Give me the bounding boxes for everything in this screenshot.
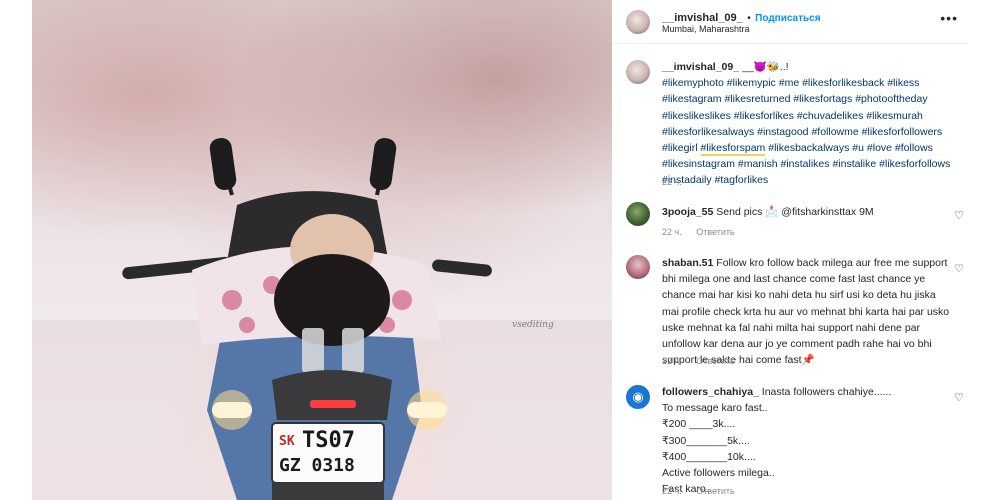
hashtag-link[interactable]: #likemypic: [727, 77, 776, 89]
comment-line: To message karo fast..: [662, 402, 768, 415]
post-photo[interactable]: SK TS07 GZ 0318 vsediting: [32, 0, 612, 500]
comment-avatar[interactable]: [626, 255, 650, 279]
hashtag-link[interactable]: #likesfortags: [793, 93, 852, 105]
hashtag-link[interactable]: #manish: [738, 158, 778, 170]
comment-username[interactable]: followers_chahiya_: [662, 386, 759, 398]
separator-dot: •: [747, 13, 751, 24]
hashtag-link[interactable]: #likesbackalways: [768, 142, 849, 154]
comment-text: Follow kro follow back milega aur free m…: [662, 257, 950, 367]
hashtag-link[interactable]: #follows: [895, 142, 933, 154]
hashtag-link[interactable]: #me: [779, 77, 799, 89]
plate-line-1: TS07: [302, 428, 355, 453]
hashtag-link[interactable]: #chuvadelikes: [797, 110, 864, 122]
hashtag-link[interactable]: #instagood: [757, 126, 808, 138]
handlebar-right: [432, 259, 492, 277]
comment-line: Inasta followers chahiye......: [761, 386, 892, 398]
hashtag-link[interactable]: #u: [852, 142, 864, 154]
caption-hashtags: #likemyphoto #likemypic #me #likesforlik…: [662, 77, 950, 186]
post-side-panel: __imvishal_09_ • Подписаться Mumbai, Mah…: [612, 0, 968, 500]
caption-username[interactable]: __imvishal_09_: [662, 61, 739, 73]
hashtag-link[interactable]: #likesforlikesback: [802, 77, 884, 89]
author-username[interactable]: __imvishal_09_: [662, 12, 743, 24]
caption-meta: 22 ч.: [662, 177, 694, 187]
post-header: __imvishal_09_ • Подписаться Mumbai, Mah…: [612, 0, 968, 44]
reply-button[interactable]: Ответить: [696, 227, 734, 237]
comment-username[interactable]: 3pooja_55: [662, 206, 713, 218]
comment-meta: 22 ч. Ответить: [662, 356, 747, 366]
caption-avatar[interactable]: [626, 60, 650, 84]
hashtag-link[interactable]: #likesforfollows: [879, 158, 950, 170]
comment-time: 22 ч.: [662, 227, 682, 237]
reply-button[interactable]: Ответить: [696, 356, 734, 366]
hashtag-link[interactable]: #tagforlikes: [715, 174, 769, 186]
more-options-icon[interactable]: •••: [940, 10, 958, 26]
comment-line: Active followers milega..: [662, 467, 775, 480]
comment-time: 22 ч.: [662, 486, 682, 496]
comment-avatar[interactable]: [626, 202, 650, 226]
follow-button[interactable]: Подписаться: [755, 13, 820, 24]
hashtag-link[interactable]: #followme: [811, 126, 858, 138]
caption-time: 22 ч.: [662, 177, 682, 187]
caption-emoji: __😈🐝..!: [741, 61, 789, 73]
comment-item: followers_chahiya_ Inasta followers chah…: [662, 384, 952, 497]
heart-icon[interactable]: ♡: [954, 209, 964, 222]
hashtag-link[interactable]: #likemyphoto: [662, 77, 724, 89]
hashtag-link[interactable]: #photooftheday: [855, 93, 927, 105]
hashtag-link[interactable]: #likesforlikes: [734, 110, 794, 122]
plate-line-2: GZ 0318: [279, 455, 355, 476]
photo-watermark: vsediting: [512, 320, 554, 330]
caption: __imvishal_09_ __😈🐝..! #likemyphoto #lik…: [662, 59, 952, 189]
comment-item: 3pooja_55 Send pics 📩 @fitsharkinsttax 9…: [662, 204, 952, 220]
comment-line: ₹400_______10k....: [662, 450, 756, 463]
hashtag-link[interactable]: #love: [867, 142, 892, 154]
plate-sk: SK: [279, 434, 295, 449]
comment-time: 22 ч.: [662, 356, 682, 366]
hashtag-link[interactable]: #instalikes: [781, 158, 830, 170]
hashtag-link[interactable]: #likesreturned: [724, 93, 790, 105]
hashtag-link[interactable]: #likess: [887, 77, 919, 89]
heart-icon[interactable]: ♡: [954, 262, 964, 275]
mirror-right: [369, 138, 397, 196]
bike-illustration: [122, 138, 492, 500]
hashtag-link[interactable]: #likeslikeslikes: [662, 110, 731, 122]
comment-line: ₹200 ____3k....: [662, 418, 736, 431]
indicator-left: [212, 402, 252, 418]
hashtag-link[interactable]: #likegirl: [662, 142, 698, 154]
chat-bubble-icon[interactable]: ◉: [626, 385, 650, 409]
rider-hair: [274, 254, 390, 346]
comment-username[interactable]: shaban.51: [662, 257, 713, 269]
comment-item: shaban.51 Follow kro follow back milega …: [662, 255, 952, 368]
indicator-right: [407, 402, 447, 418]
comment-meta: 22 ч. Ответить: [662, 486, 747, 496]
mirror-left: [209, 138, 237, 196]
hashtag-link[interactable]: #likesforspam: [700, 142, 766, 157]
hashtag-link[interactable]: #likesinstagram: [662, 158, 735, 170]
reply-button[interactable]: Ответить: [696, 486, 734, 496]
hashtag-link[interactable]: #likesmurah: [866, 110, 923, 122]
hashtag-link[interactable]: #likesforlikesalways: [662, 126, 754, 138]
author-avatar[interactable]: [626, 10, 650, 34]
post-location[interactable]: Mumbai, Maharashtra: [662, 24, 750, 34]
hashtag-link[interactable]: #likestagram: [662, 93, 722, 105]
comment-meta: 22 ч. Ответить: [662, 227, 747, 237]
comment-line: ₹300_______5k....: [662, 434, 750, 447]
hashtag-link[interactable]: #likesforfollowers: [862, 126, 943, 138]
tail-light: [310, 400, 356, 408]
heart-icon[interactable]: ♡: [954, 391, 964, 404]
hashtag-link[interactable]: #instalike: [832, 158, 876, 170]
comment-text: Send pics 📩 @fitsharkinsttax 9M: [716, 206, 874, 218]
